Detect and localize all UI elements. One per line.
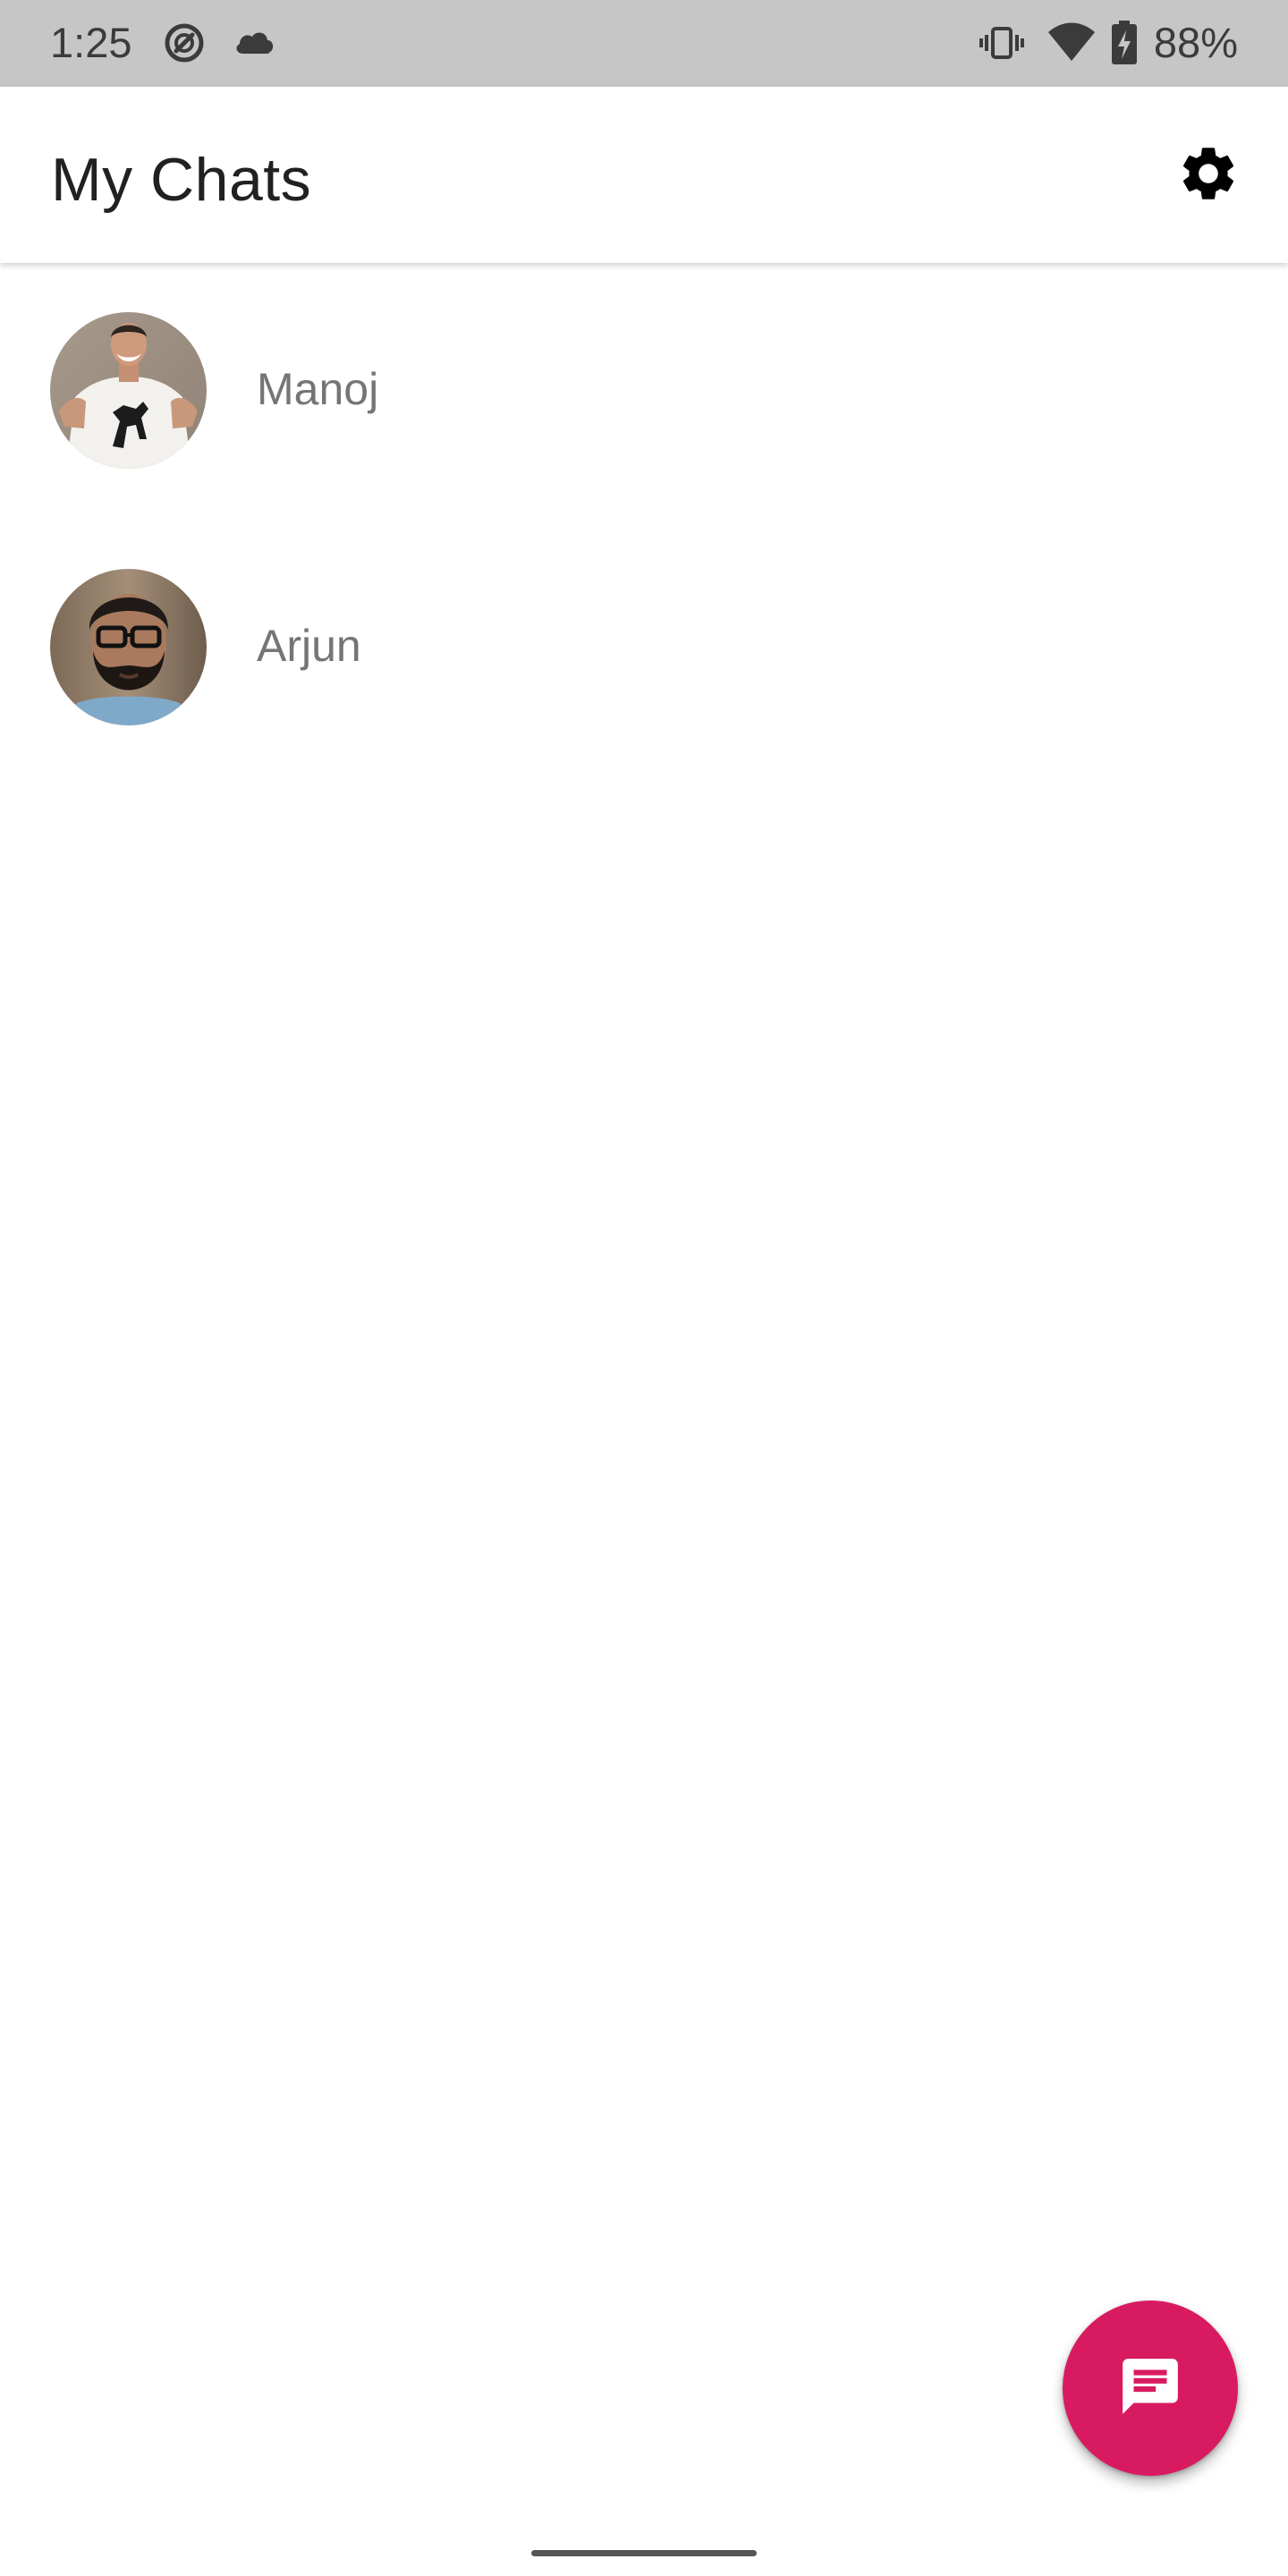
chats-screen: 1:25 88% My Chats Manoj Arjun — [0, 0, 1288, 2576]
chat-bubble-icon — [1117, 2353, 1183, 2424]
data-saver-icon — [161, 20, 208, 66]
chat-item-manoj[interactable]: Manoj — [0, 312, 1288, 569]
page-title: My Chats — [51, 146, 312, 214]
chat-list: Manoj Arjun — [0, 263, 1288, 826]
cloud-icon — [231, 20, 277, 66]
new-chat-button[interactable] — [1063, 2301, 1238, 2476]
wifi-icon — [1046, 20, 1097, 66]
status-time: 1:25 — [50, 19, 132, 66]
chat-name: Manoj — [257, 364, 379, 414]
battery-charging-icon — [1109, 20, 1140, 66]
chat-item-arjun[interactable]: Arjun — [0, 569, 1288, 826]
vibrate-icon — [979, 20, 1025, 66]
app-bar: My Chats — [0, 87, 1288, 263]
battery-percent: 88% — [1153, 19, 1238, 66]
gear-icon — [1176, 141, 1241, 210]
gesture-nav-handle[interactable] — [531, 2550, 757, 2556]
status-bar: 1:25 88% — [0, 0, 1288, 87]
avatar — [50, 312, 207, 469]
avatar — [50, 569, 207, 725]
chat-name: Arjun — [257, 621, 361, 671]
settings-button[interactable] — [1170, 137, 1247, 214]
